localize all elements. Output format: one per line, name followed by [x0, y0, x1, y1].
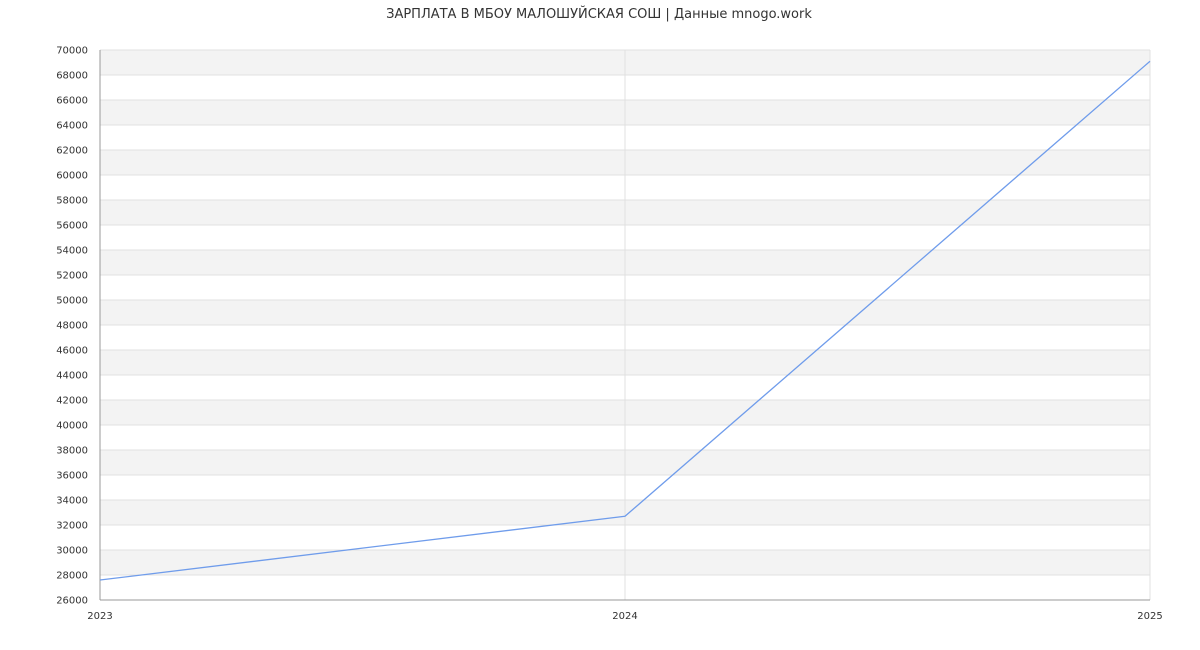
y-tick-label: 54000 [56, 246, 88, 257]
y-tick-label: 70000 [56, 46, 88, 57]
y-tick-label: 62000 [56, 146, 88, 157]
chart-title: ЗАРПЛАТА В МБОУ МАЛОШУЙСКАЯ СОШ | Данные… [386, 6, 812, 22]
x-tick-label: 2024 [612, 611, 637, 622]
y-tick-label: 40000 [56, 421, 88, 432]
y-tick-label: 38000 [56, 446, 88, 457]
y-tick-label: 66000 [56, 96, 88, 107]
y-tick-label: 28000 [56, 571, 88, 582]
y-tick-label: 60000 [56, 171, 88, 182]
y-tick-label: 42000 [56, 396, 88, 407]
y-tick-label: 30000 [56, 546, 88, 557]
y-tick-label: 26000 [56, 596, 88, 607]
x-tick-label: 2025 [1137, 611, 1162, 622]
y-axis-tick-labels: 26000 28000 30000 32000 34000 36000 38000 40000… [56, 46, 88, 607]
y-tick-label: 64000 [56, 121, 88, 132]
y-tick-label: 52000 [56, 271, 88, 282]
salary-line-chart: ЗАРПЛАТА В МБОУ МАЛОШУЙСКАЯ СОШ | Данные… [56, 6, 1163, 622]
y-tick-label: 32000 [56, 521, 88, 532]
y-tick-label: 36000 [56, 471, 88, 482]
y-tick-label: 48000 [56, 321, 88, 332]
x-tick-label: 2023 [87, 611, 112, 622]
y-tick-label: 44000 [56, 371, 88, 382]
y-tick-label: 46000 [56, 346, 88, 357]
y-tick-label: 56000 [56, 221, 88, 232]
y-tick-label: 34000 [56, 496, 88, 507]
y-tick-label: 68000 [56, 71, 88, 82]
y-tick-label: 58000 [56, 196, 88, 207]
y-tick-label: 50000 [56, 296, 88, 307]
x-axis-tick-labels: 2023 2024 2025 [87, 611, 1162, 622]
